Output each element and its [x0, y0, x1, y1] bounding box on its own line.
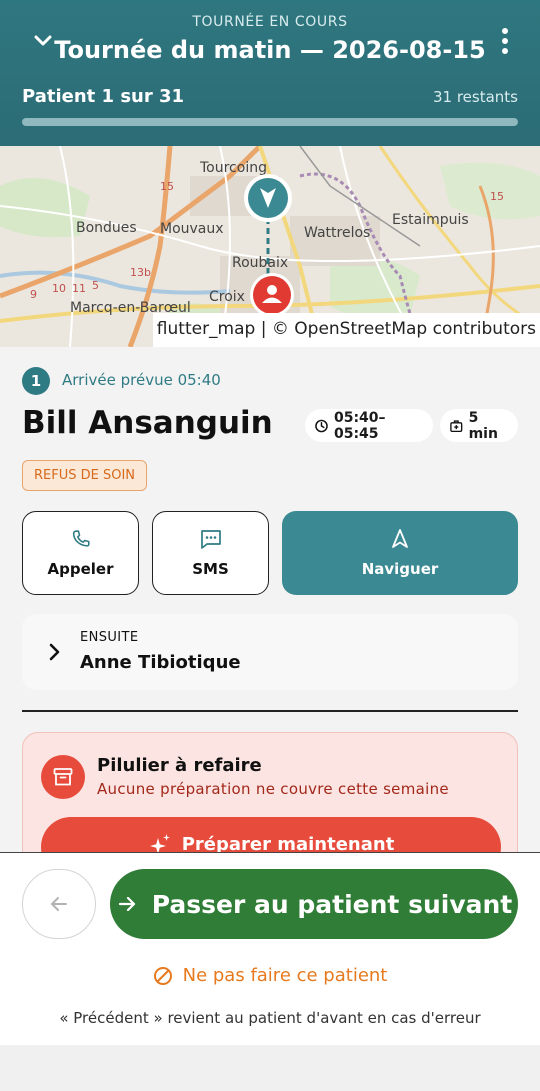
message-icon: [200, 530, 221, 549]
map-label-bondues: Bondues: [76, 220, 137, 236]
time-range: 05:40–05:45: [333, 409, 386, 442]
visit-number-badge: 1: [22, 367, 50, 395]
road-number: 11: [72, 282, 86, 295]
clock-icon: [315, 419, 328, 432]
sms-button-label: SMS: [192, 560, 229, 578]
medical-bag-icon: [450, 419, 463, 432]
visit-duration: 5 min: [468, 409, 498, 442]
prepare-now-button[interactable]: Préparer maintenant: [41, 817, 501, 852]
next-patient-label: ENSUITE: [80, 630, 139, 645]
route-map[interactable]: Tourcoing Bondues Mouvaux Wattrelos Esta…: [0, 146, 540, 347]
road-number: 10: [52, 282, 66, 295]
alert-title: Pilulier à refaire: [97, 755, 262, 776]
road-number: 13b: [130, 266, 151, 279]
navigation-arrow-icon: [392, 529, 408, 548]
prohibited-icon: [153, 966, 172, 985]
time-range-chip: 05:40–05:45: [305, 409, 433, 442]
progress-label: Patient 1 sur 31: [22, 86, 185, 107]
alert-text: Aucune préparation ne couvre cette semai…: [97, 780, 449, 798]
more-vertical-icon[interactable]: [500, 26, 510, 56]
navigate-button[interactable]: Naviguer: [282, 511, 518, 595]
sms-button[interactable]: SMS: [152, 511, 269, 595]
road-number: 15: [490, 190, 504, 203]
navigate-button-label: Naviguer: [361, 560, 439, 578]
skip-patient-label: Ne pas faire ce patient: [182, 965, 388, 986]
map-label-roubaix: Roubaix: [232, 255, 289, 271]
visit-details: 1 Arrivée prévue 05:40 Bill Ansanguin 05…: [0, 347, 540, 852]
footer-area: [0, 1045, 540, 1091]
skip-patient-link[interactable]: Ne pas faire ce patient: [0, 965, 540, 986]
pill-organizer-alert: Pilulier à refaire Aucune préparation ne…: [22, 732, 518, 852]
next-patient-button-label: Passer au patient suivant: [151, 889, 513, 919]
patient-name: Bill Ansanguin: [22, 405, 273, 441]
current-location-marker[interactable]: [242, 172, 294, 224]
section-divider: [22, 710, 518, 712]
map-label-wattrelos: Wattrelos: [304, 225, 371, 241]
previous-hint: « Précédent » revient au patient d'avant…: [59, 1009, 481, 1027]
bottom-action-bar: Passer au patient suivant Ne pas faire c…: [0, 852, 540, 1045]
round-status-label: TOURNÉE EN COURS: [192, 14, 348, 30]
road-number: 5: [92, 279, 99, 292]
map-label-estaimpuis: Estaimpuis: [392, 212, 469, 228]
sparkles-icon: [149, 834, 170, 852]
next-patient-button[interactable]: Passer au patient suivant: [110, 869, 518, 939]
arrow-right-icon: [118, 896, 135, 912]
prepare-now-label: Préparer maintenant: [181, 833, 395, 853]
remaining-count: 31 restants: [432, 88, 518, 106]
road-number: 9: [30, 288, 37, 301]
previous-patient-button[interactable]: [22, 869, 96, 939]
round-title: Tournée du matin — 2026-08-15: [54, 36, 486, 64]
map-label-croix: Croix: [209, 289, 245, 305]
progress-bar: [22, 118, 518, 126]
top-app-bar: TOURNÉE EN COURS Tournée du matin — 2026…: [0, 0, 540, 146]
call-button[interactable]: Appeler: [22, 511, 139, 595]
arrow-left-icon: [51, 897, 67, 911]
archive-box-icon: [41, 755, 85, 799]
next-patient-name: Anne Tibiotique: [80, 652, 241, 673]
call-button-label: Appeler: [47, 560, 114, 578]
map-label-mouvaux: Mouvaux: [160, 221, 224, 237]
patient-location-marker[interactable]: [249, 272, 295, 318]
chevron-right-icon: [49, 643, 60, 661]
care-refusal-badge: REFUS DE SOIN: [22, 460, 148, 491]
map-attribution[interactable]: flutter_map | © OpenStreetMap contributo…: [152, 313, 540, 347]
next-patient-card[interactable]: ENSUITE Anne Tibiotique: [22, 614, 518, 690]
duration-chip: 5 min: [440, 409, 518, 442]
road-number: 15: [160, 180, 174, 193]
phone-icon: [72, 530, 90, 547]
arrival-time: Arrivée prévue 05:40: [62, 371, 221, 389]
